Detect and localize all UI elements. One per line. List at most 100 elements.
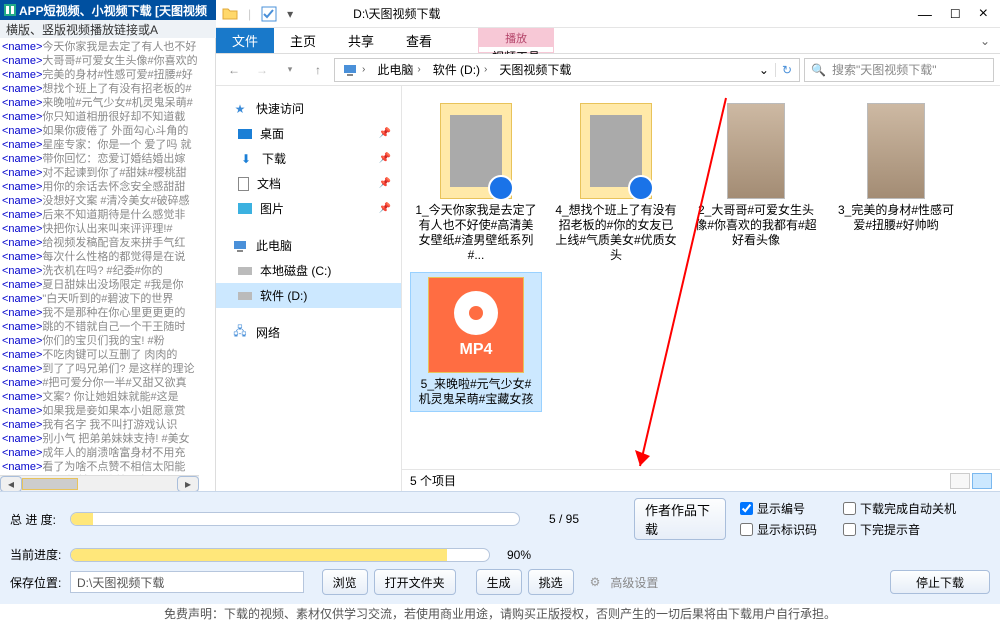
list-item[interactable]: <name>夏日甜妹出没场限定 #我是你 bbox=[2, 278, 215, 292]
up-button[interactable]: ↑ bbox=[306, 58, 330, 82]
nav-thispc[interactable]: 此电脑 bbox=[216, 233, 401, 258]
show-barcode-checkbox[interactable]: 显示标识码 bbox=[740, 521, 817, 538]
app-icon bbox=[4, 4, 16, 16]
list-item[interactable]: <name>来晚啦#元气少女#机灵鬼呆萌# bbox=[2, 96, 215, 110]
app-subtitle: 横版、竖版视频播放链接或A bbox=[6, 21, 158, 38]
h-scrollbar[interactable]: ◂ ▸ bbox=[0, 475, 199, 491]
beep-checkbox[interactable]: 下完提示音 bbox=[843, 521, 956, 538]
show-number-checkbox[interactable]: 显示编号 bbox=[740, 500, 817, 517]
browse-button[interactable]: 浏览 bbox=[322, 569, 368, 595]
list-item[interactable]: <name>#把可爱分你一半#又甜又欲真 bbox=[2, 376, 215, 390]
address-dropdown[interactable]: ⌄ bbox=[753, 63, 775, 77]
nav-quick-access[interactable]: ★快速访问 bbox=[216, 96, 401, 121]
list-item[interactable]: <name>你只知道相册很好却不知道截 bbox=[2, 110, 215, 124]
minimize-button[interactable]: — bbox=[918, 6, 932, 22]
list-item[interactable]: <name>大哥哥#可爱女生头像#你喜欢的 bbox=[2, 54, 215, 68]
breadcrumb-bar[interactable]: › 此电脑 › 软件 (D:) › 天图视频下载 ⌄ ↻ bbox=[334, 58, 800, 82]
folder-icon[interactable] bbox=[222, 6, 238, 22]
checkbox-icon[interactable] bbox=[261, 6, 277, 22]
list-item[interactable]: <name>对不起谏到你了#甜妹#樱桃甜 bbox=[2, 166, 215, 180]
list-item[interactable]: <name>洗衣机在吗? #纪委#你的 bbox=[2, 264, 215, 278]
nav-documents[interactable]: 文档📌 bbox=[216, 171, 401, 196]
nav-disk-d[interactable]: 软件 (D:) bbox=[216, 283, 401, 308]
nav-disk-c[interactable]: 本地磁盘 (C:) bbox=[216, 258, 401, 283]
contextual-tab-play[interactable]: 播放 视频工具 bbox=[478, 28, 554, 53]
list-item[interactable]: <name>我不是那种在你心里更更更的 bbox=[2, 306, 215, 320]
nav-pictures[interactable]: 图片📌 bbox=[216, 196, 401, 221]
list-item[interactable]: <name>后来不知道期待是什么感觉非 bbox=[2, 208, 215, 222]
window-title: D:\天图视频下载 bbox=[313, 5, 918, 22]
list-item[interactable]: <name>跳的不错就自己一个干王随时 bbox=[2, 320, 215, 334]
scroll-left[interactable]: ◂ bbox=[0, 476, 22, 491]
list-item[interactable]: <name>"白天听到的#碧波下的世界 bbox=[2, 292, 215, 306]
close-button[interactable]: × bbox=[979, 5, 988, 23]
list-item[interactable]: <name>到了了吗兄弟们? 是这样的理论 bbox=[2, 362, 215, 376]
crumb-0[interactable]: 此电脑 › bbox=[371, 61, 426, 78]
back-button[interactable]: ← bbox=[222, 58, 246, 82]
list-item[interactable]: <name>想找个班上了有没有招老板的# bbox=[2, 82, 215, 96]
video-thumb bbox=[727, 103, 785, 199]
file-item[interactable]: MP45_来晚啦#元气少女#机灵鬼呆萌#宝藏女孩 bbox=[410, 272, 542, 412]
list-item[interactable]: <name>用你的余话去怀念安全感甜甜 bbox=[2, 180, 215, 194]
list-item[interactable]: <name>带你回忆：恋爱订婚结婚出嫁 bbox=[2, 152, 215, 166]
list-item[interactable]: <name>每次什么性格的都觉得是在说 bbox=[2, 250, 215, 264]
tab-file[interactable]: 文件 bbox=[216, 28, 274, 53]
tab-view[interactable]: 查看 bbox=[390, 28, 448, 53]
author-works-button[interactable]: 作者作品下载 bbox=[634, 498, 726, 540]
list-item[interactable]: <name>你们的宝贝们我的宝! #粉 bbox=[2, 334, 215, 348]
file-item[interactable]: 3_完美的身材#性感可爱#扭腰#好帅哟 bbox=[830, 98, 962, 268]
list-item[interactable]: <name>不吃肉键可以互删了 肉肉的 bbox=[2, 348, 215, 362]
nav-desktop[interactable]: 桌面📌 bbox=[216, 121, 401, 146]
search-input[interactable]: 🔍 搜索"天图视频下载" bbox=[804, 58, 994, 82]
crumb-2[interactable]: 天图视频下载 bbox=[493, 61, 577, 78]
generate-button[interactable]: 生成 bbox=[476, 569, 522, 595]
video-list[interactable]: <name>今天你家我是去定了有人也不好<name>大哥哥#可爱女生头像#你喜欢… bbox=[0, 38, 215, 491]
status-bar: 5 个项目 bbox=[402, 469, 1000, 491]
list-item[interactable]: <name>文案? 你让她姐妹就能#这是 bbox=[2, 390, 215, 404]
total-progress-label: 总 进 度: bbox=[10, 511, 64, 528]
tab-home[interactable]: 主页 bbox=[274, 28, 332, 53]
list-item[interactable]: <name>没想好文案 #清冷美女#破碎感 bbox=[2, 194, 215, 208]
view-details-button[interactable] bbox=[950, 473, 970, 489]
nav-downloads[interactable]: ⬇下载📌 bbox=[216, 146, 401, 171]
list-item[interactable]: <name>看了为啥不点赞不相信太阳能 bbox=[2, 460, 215, 474]
scroll-thumb[interactable] bbox=[22, 478, 78, 490]
recent-button[interactable]: ▾ bbox=[278, 58, 302, 82]
address-bar-row: ← → ▾ ↑ › 此电脑 › 软件 (D:) › 天图视频下载 ⌄ ↻ 🔍 搜… bbox=[216, 54, 1000, 86]
list-item[interactable]: <name>快把你认出来叫来评评理!# bbox=[2, 222, 215, 236]
file-item[interactable]: 1_今天你家我是去定了有人也不好使#高清美女壁纸#渣男壁纸系列#... bbox=[410, 98, 542, 268]
list-item[interactable]: <name>如果我是妾如果本小姐愿意赏 bbox=[2, 404, 215, 418]
scroll-track[interactable] bbox=[22, 476, 177, 491]
list-item[interactable]: <name>如果你疲倦了 外面勾心斗角的 bbox=[2, 124, 215, 138]
disk-icon bbox=[238, 267, 252, 275]
qat-dropdown[interactable]: ▾ bbox=[287, 7, 293, 21]
view-thumbs-button[interactable] bbox=[972, 473, 992, 489]
maximize-button[interactable]: ☐ bbox=[950, 7, 961, 21]
list-item[interactable]: <name>星座专家：你是一个 爱了吗 就 bbox=[2, 138, 215, 152]
file-item[interactable]: 4_想找个班上了有没有招老板的#你的女友已上线#气质美女#优质女头 bbox=[550, 98, 682, 268]
auto-shutdown-checkbox[interactable]: 下载完成自动关机 bbox=[843, 500, 956, 517]
ribbon-expand[interactable]: ⌄ bbox=[970, 28, 1000, 53]
list-item[interactable]: <name>我有名字 我不叫打游戏认识 bbox=[2, 418, 215, 432]
total-progress-stat: 5 / 95 bbox=[526, 512, 602, 526]
list-item[interactable]: <name>今天你家我是去定了有人也不好 bbox=[2, 40, 215, 54]
forward-button[interactable]: → bbox=[250, 58, 274, 82]
list-item[interactable]: <name>别小气 把弟弟妹妹支持! #美女 bbox=[2, 432, 215, 446]
list-item[interactable]: <name>给视频发稿配音友来拼手气红 bbox=[2, 236, 215, 250]
pick-button[interactable]: 挑选 bbox=[528, 569, 574, 595]
refresh-button[interactable]: ↻ bbox=[775, 63, 798, 77]
list-item[interactable]: <name>完美的身材#性感可爱#扭腰#好 bbox=[2, 68, 215, 82]
list-item[interactable]: <name>成年人的崩溃啥富身材不用充 bbox=[2, 446, 215, 460]
current-progress-label: 当前进度: bbox=[10, 546, 64, 563]
crumb-1[interactable]: 软件 (D:) › bbox=[427, 61, 494, 78]
file-item[interactable]: 2_大哥哥#可爱女生头像#你喜欢的我都有#超好看头像 bbox=[690, 98, 822, 268]
scroll-right[interactable]: ▸ bbox=[177, 476, 199, 491]
nav-network[interactable]: 🖧网络 bbox=[216, 320, 401, 345]
stop-download-button[interactable]: 停止下载 bbox=[890, 570, 990, 594]
advanced-settings-link[interactable]: 高级设置 bbox=[610, 574, 658, 591]
file-view[interactable]: 1_今天你家我是去定了有人也不好使#高清美女壁纸#渣男壁纸系列#...4_想找个… bbox=[402, 86, 1000, 491]
open-folder-button[interactable]: 打开文件夹 bbox=[374, 569, 456, 595]
tab-share[interactable]: 共享 bbox=[332, 28, 390, 53]
save-path-input[interactable] bbox=[70, 571, 304, 593]
explorer-body: ★快速访问 桌面📌 ⬇下载📌 文档📌 图片📌 此电脑 本地磁盘 (C:) 软件 … bbox=[216, 86, 1000, 491]
